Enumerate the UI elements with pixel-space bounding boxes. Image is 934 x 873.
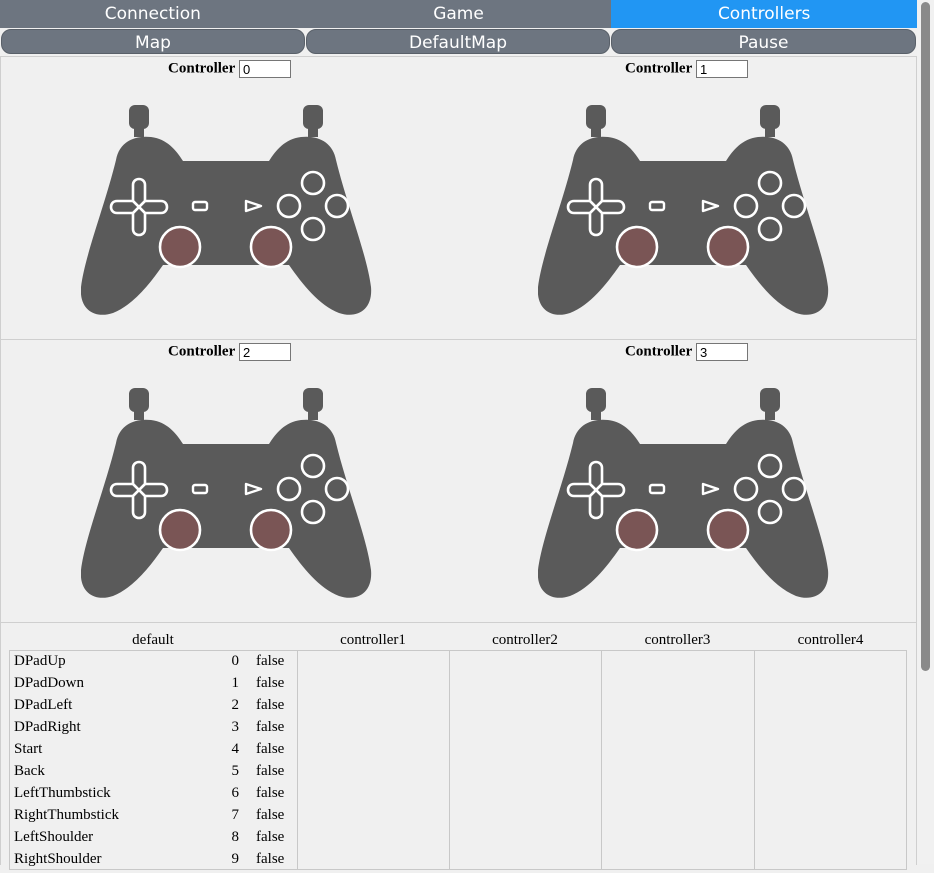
list-item[interactable]: LeftShoulder 8 false <box>14 829 294 851</box>
button-state: false <box>256 785 285 801</box>
list-item[interactable]: RightThumbstick 7 false <box>14 807 294 829</box>
button-index: 3 <box>231 719 240 735</box>
main-tab-bar: Connection Game Controllers <box>0 0 918 28</box>
tab-controllers[interactable]: Controllers <box>611 0 918 28</box>
button-state: false <box>256 675 285 691</box>
default-mapping-list[interactable]: DPadUp 0 false DPadDown 1 false DPadLeft… <box>9 650 298 870</box>
column-header-controller1: controller1 <box>340 632 406 648</box>
controller-label: Controller <box>625 343 693 360</box>
map-button[interactable]: Map <box>1 29 305 54</box>
button-index: 9 <box>231 851 240 867</box>
controller-label: Controller <box>168 60 236 77</box>
gamepad-icon <box>81 388 373 600</box>
button-index: 0 <box>231 653 240 669</box>
button-index: 4 <box>231 741 240 757</box>
button-state: false <box>256 829 285 845</box>
controller-cell: Controller <box>458 57 915 339</box>
page-scrollbar[interactable] <box>917 0 934 864</box>
controller-cell: Controller <box>1 340 458 622</box>
list-item[interactable]: LeftThumbstick 6 false <box>14 785 294 807</box>
button-index: 6 <box>231 785 240 801</box>
button-state: false <box>256 653 285 669</box>
controller-index-input[interactable] <box>695 343 748 361</box>
scrollbar-thumb[interactable] <box>921 2 930 671</box>
list-item[interactable]: Back 5 false <box>14 763 294 785</box>
column-header-controller3: controller3 <box>644 632 711 648</box>
controller-cell: Controller <box>458 340 915 622</box>
button-name: Back <box>14 763 45 779</box>
button-index: 7 <box>231 807 240 823</box>
button-index: 1 <box>231 675 240 691</box>
list-item[interactable]: DPadRight 3 false <box>14 719 294 741</box>
tab-game[interactable]: Game <box>305 0 612 28</box>
list-item[interactable]: DPadUp 0 false <box>14 653 294 675</box>
list-item[interactable]: DPadLeft 2 false <box>14 697 294 719</box>
pause-button[interactable]: Pause <box>611 29 916 54</box>
controller2-mapping-list[interactable] <box>449 650 602 870</box>
default-map-button[interactable]: DefaultMap <box>306 29 610 54</box>
gamepad-icon <box>538 105 830 317</box>
column-header-controller4: controller4 <box>797 632 864 648</box>
button-index: 2 <box>231 697 240 713</box>
button-name: DPadUp <box>14 653 66 669</box>
button-mapping-table: default controller1 controller2 controll… <box>0 622 917 870</box>
controller-subbar: Map DefaultMap Pause <box>0 28 917 56</box>
list-item[interactable]: RightShoulder 9 false <box>14 851 294 873</box>
list-item[interactable]: Start 4 false <box>14 741 294 763</box>
button-name: LeftThumbstick <box>14 785 111 801</box>
gamepad-icon <box>538 388 830 600</box>
controller-index-input[interactable] <box>695 60 748 78</box>
button-state: false <box>256 719 285 735</box>
controller-index-input[interactable] <box>238 60 291 78</box>
controller-cell: Controller <box>1 57 458 339</box>
button-name: LeftShoulder <box>14 829 94 845</box>
button-state: false <box>256 763 285 779</box>
button-state: false <box>256 807 285 823</box>
controller4-mapping-list[interactable] <box>754 650 907 870</box>
list-item[interactable]: DPadDown 1 false <box>14 675 294 697</box>
button-name: Start <box>14 741 43 757</box>
tab-connection[interactable]: Connection <box>0 0 306 28</box>
controller-index-input[interactable] <box>238 343 291 361</box>
button-index: 5 <box>231 763 240 779</box>
controller-row-1: Controller Controller <box>0 56 917 340</box>
button-state: false <box>256 741 285 757</box>
column-header-controller2: controller2 <box>492 632 558 648</box>
controller-row-2: Controller Controller <box>0 339 917 623</box>
gamepad-icon <box>81 105 373 317</box>
controller1-mapping-list[interactable] <box>297 650 450 870</box>
button-name: DPadLeft <box>14 697 73 713</box>
button-name: DPadRight <box>14 719 81 735</box>
button-name: RightShoulder <box>14 851 102 867</box>
button-index: 8 <box>231 829 240 845</box>
controller3-mapping-list[interactable] <box>601 650 755 870</box>
button-name: DPadDown <box>14 675 84 691</box>
controller-label: Controller <box>625 60 693 77</box>
controller-label: Controller <box>168 343 236 360</box>
button-state: false <box>256 697 285 713</box>
column-header-default: default <box>132 632 174 648</box>
button-name: RightThumbstick <box>14 807 119 823</box>
button-state: false <box>256 851 285 867</box>
